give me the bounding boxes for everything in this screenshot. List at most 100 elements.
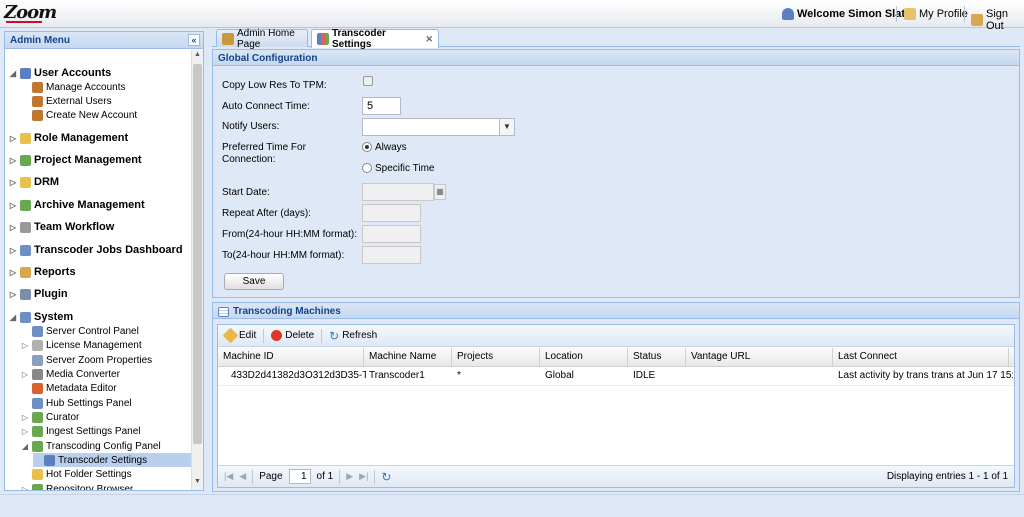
notify-users-select[interactable]: ▼: [362, 118, 515, 136]
properties-icon: [32, 354, 43, 366]
collapse-panel-button[interactable]: «: [188, 34, 200, 46]
sidebar-item[interactable]: ▷ Reports: [9, 265, 76, 279]
sidebar-item[interactable]: ▷ Curator: [21, 410, 79, 424]
cell-vantage-url: [686, 370, 833, 386]
sidebar-item[interactable]: ◢ Transcoding Config Panel: [21, 439, 161, 453]
workflow-icon: [20, 221, 31, 233]
radio-always[interactable]: [362, 142, 372, 152]
scroll-up-arrow[interactable]: ▲: [192, 51, 203, 62]
column-header-location[interactable]: Location: [540, 348, 628, 366]
sidebar-item[interactable]: ▷ DRM: [9, 175, 59, 189]
collapsed-arrow-icon[interactable]: ▷: [9, 201, 17, 210]
sidebar-item[interactable]: ▷ Ingest Settings Panel: [21, 424, 141, 438]
scroll-thumb[interactable]: [193, 64, 202, 444]
column-header-projects[interactable]: Projects: [452, 348, 540, 366]
collapsed-arrow-icon[interactable]: ▷: [21, 485, 29, 491]
sidebar-item[interactable]: ▷ License Management: [21, 338, 142, 352]
welcome-text: Welcome Simon Slate: [797, 8, 912, 20]
expanded-arrow-icon[interactable]: ◢: [21, 442, 29, 451]
collapsed-arrow-icon[interactable]: ▷: [21, 341, 29, 350]
from-time-input[interactable]: [362, 225, 421, 243]
sidebar-item[interactable]: Hub Settings Panel: [21, 396, 132, 410]
reports-icon: [20, 266, 31, 278]
collapsed-arrow-icon[interactable]: ▷: [21, 427, 29, 436]
sidebar-item[interactable]: ▷ Repository Browser: [21, 482, 133, 490]
last-page-icon[interactable]: ▶|: [359, 471, 368, 482]
sidebar-item[interactable]: ◢ User Accounts: [9, 66, 111, 80]
column-header-status[interactable]: Status: [628, 348, 686, 366]
column-header-machine-id[interactable]: Machine ID: [218, 348, 364, 366]
toolbar-separator: [374, 469, 376, 484]
collapsed-arrow-icon[interactable]: ▷: [9, 246, 17, 255]
sidebar-item[interactable]: Metadata Editor: [21, 381, 117, 395]
refresh-button[interactable]: ↻ Refresh: [326, 329, 380, 343]
first-page-icon[interactable]: |◀: [224, 471, 233, 482]
start-date-input[interactable]: [362, 183, 434, 201]
collapsed-arrow-icon[interactable]: ▷: [9, 290, 17, 299]
column-header-machine-name[interactable]: Machine Name: [364, 348, 452, 366]
previous-page-icon[interactable]: ◀: [239, 471, 246, 482]
tab-label: Admin Home Page: [237, 27, 295, 50]
monitor-icon: [20, 311, 31, 323]
column-header-last-connect[interactable]: Last Connect: [833, 348, 1009, 366]
delete-button[interactable]: Delete: [268, 330, 317, 341]
calendar-icon[interactable]: ▦: [434, 184, 446, 200]
logo-text: Zoom: [4, 2, 57, 23]
scroll-down-arrow[interactable]: ▼: [192, 478, 203, 489]
radio-specific-time[interactable]: [362, 163, 372, 173]
copy-low-res-checkbox[interactable]: [363, 76, 373, 86]
sidebar-item[interactable]: Server Control Panel: [21, 324, 139, 338]
to-time-input[interactable]: [362, 246, 421, 264]
cell-location: Global: [545, 370, 574, 381]
chart-icon: [317, 33, 329, 45]
machines-grid: Edit Delete ↻ Refresh Machine ID Machine…: [217, 324, 1015, 488]
collapsed-arrow-icon[interactable]: ▷: [21, 413, 29, 422]
sidebar-item[interactable]: Manage Accounts: [21, 80, 126, 94]
sidebar-item[interactable]: ▷ Role Management: [9, 131, 128, 145]
grid-header-row: Machine ID Machine Name Projects Locatio…: [218, 348, 1014, 367]
sidebar-item[interactable]: Server Zoom Properties: [21, 353, 152, 367]
sidebar-item[interactable]: ▷ Transcoder Jobs Dashboard: [9, 243, 183, 257]
save-button[interactable]: Save: [224, 273, 284, 290]
sidebar-item[interactable]: ▷ Team Workflow: [9, 220, 114, 234]
expanded-arrow-icon[interactable]: ◢: [9, 313, 17, 322]
next-page-icon[interactable]: ▶: [346, 471, 353, 482]
menu-scrollbar[interactable]: ▲ ▼: [191, 50, 203, 490]
sidebar-item[interactable]: Hot Folder Settings: [21, 467, 132, 481]
sidebar-item[interactable]: ▷ Project Management: [9, 153, 142, 167]
sidebar-item[interactable]: ▷ Plugin: [9, 287, 68, 301]
collapsed-arrow-icon[interactable]: ▷: [9, 134, 17, 143]
sidebar-item[interactable]: Create New Account: [21, 108, 137, 122]
from-time-label: From(24-hour HH:MM format):: [222, 229, 358, 240]
chevron-down-icon[interactable]: ▼: [499, 119, 514, 135]
delete-label: Delete: [285, 330, 315, 341]
tab-admin-home[interactable]: Admin Home Page: [216, 27, 308, 50]
my-profile-link[interactable]: My Profile: [904, 8, 968, 20]
sidebar-item[interactable]: ▷ Media Converter: [21, 367, 120, 381]
sidebar-item[interactable]: Transcoder Settings: [33, 453, 191, 467]
collapsed-arrow-icon[interactable]: ▷: [9, 156, 17, 165]
refresh-icon[interactable]: ↻: [381, 470, 391, 484]
top-bar: Zoom Welcome Simon Slate My Profile Sign…: [0, 0, 1024, 32]
sidebar-item[interactable]: ◢ System: [9, 310, 73, 324]
tab-transcoder-settings[interactable]: Transcoder Settings ✕: [311, 28, 439, 50]
sidebar-item[interactable]: External Users: [21, 94, 112, 108]
sidebar-item[interactable]: ▷ Archive Management: [9, 198, 145, 212]
collapsed-arrow-icon[interactable]: ▷: [9, 268, 17, 277]
edit-button[interactable]: Edit: [222, 327, 259, 344]
collapsed-arrow-icon[interactable]: ▷: [9, 223, 17, 232]
auto-connect-value: 5: [367, 100, 374, 112]
monitor-icon: [32, 397, 43, 409]
repeat-after-input[interactable]: [362, 204, 421, 222]
page-number-input[interactable]: 1: [288, 469, 311, 484]
collapsed-arrow-icon[interactable]: ▷: [9, 178, 17, 187]
home-icon: [222, 32, 234, 45]
sidebar-item-label: User Accounts: [34, 67, 112, 79]
expanded-arrow-icon[interactable]: ◢: [9, 69, 17, 78]
global-configuration-header: Global Configuration: [213, 50, 1019, 66]
column-header-vantage-url[interactable]: Vantage URL: [686, 348, 833, 366]
collapsed-arrow-icon[interactable]: ▷: [21, 370, 29, 379]
auto-connect-input[interactable]: 5: [362, 97, 401, 115]
close-tab-icon[interactable]: ✕: [425, 34, 433, 45]
tree-icon: [32, 425, 43, 437]
